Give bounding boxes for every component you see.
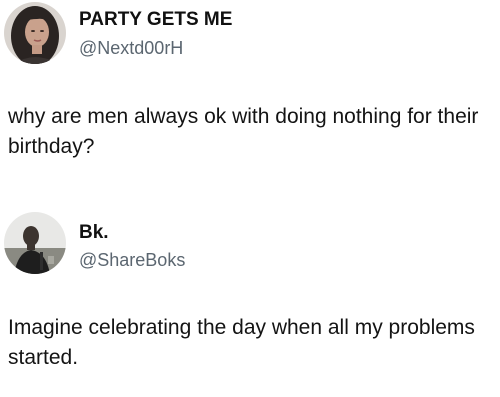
tweet-text: why are men always ok with doing nothing… [8, 105, 479, 158]
tweet-text: Imagine celebrating the day when all my … [8, 316, 475, 369]
woman-portrait-icon [4, 2, 66, 64]
avatar[interactable] [4, 212, 66, 274]
display-name[interactable]: Bk. [79, 222, 109, 244]
tweet: PARTY GETS ME @Nextd00rH why are men alw… [0, 0, 500, 200]
handle[interactable]: @ShareBoks [79, 250, 185, 271]
tweet: Bk. @ShareBoks Imagine celebrating the d… [0, 200, 500, 397]
man-portrait-icon [4, 212, 66, 274]
display-name[interactable]: PARTY GETS ME [79, 9, 232, 31]
avatar[interactable] [4, 2, 66, 64]
handle[interactable]: @Nextd00rH [79, 38, 183, 59]
